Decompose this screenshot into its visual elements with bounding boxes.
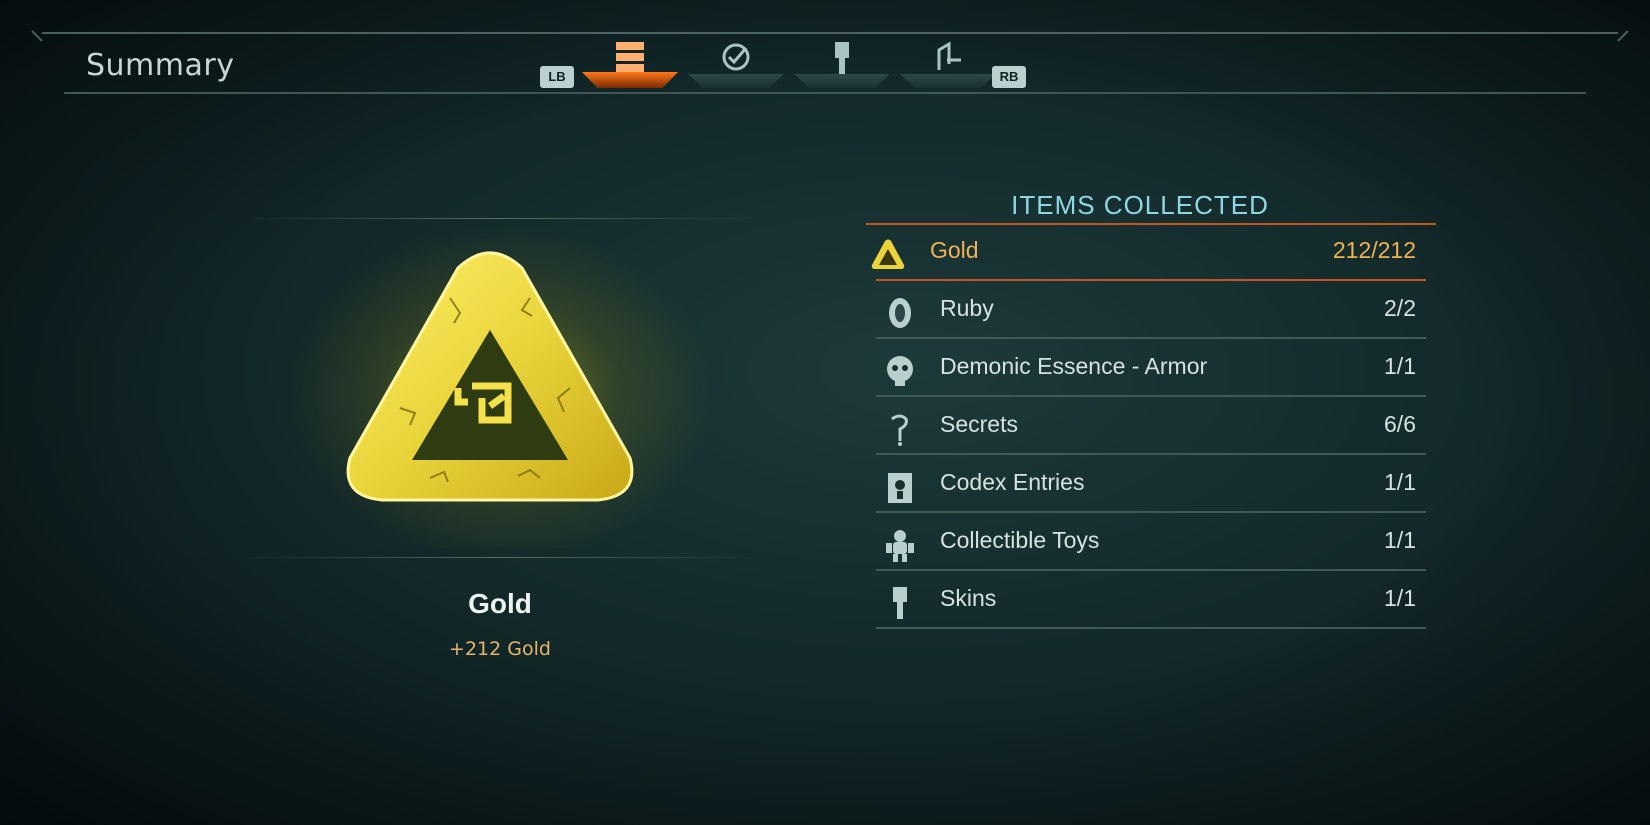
tab-bar: LB RB xyxy=(540,36,1090,92)
skin-brush-icon xyxy=(882,585,918,621)
rb-button-hint[interactable]: RB xyxy=(992,66,1026,88)
toy-icon xyxy=(882,527,918,563)
codex-icon xyxy=(882,469,918,505)
selected-item-name: Gold xyxy=(468,588,532,619)
checkmark-icon xyxy=(719,40,753,78)
demonic-essence-icon xyxy=(882,353,918,389)
item-detail-panel xyxy=(240,218,760,558)
list-item-toys[interactable]: Collectible Toys 1/1 xyxy=(876,513,1436,571)
tab-exit[interactable] xyxy=(900,36,996,88)
tab-skins[interactable] xyxy=(794,36,890,88)
exit-icon xyxy=(931,40,965,78)
list-item-ruby[interactable]: Ruby 2/2 xyxy=(876,281,1436,339)
secrets-icon xyxy=(882,411,918,447)
header-bottom-border xyxy=(64,92,1586,94)
list-item-demonic-essence[interactable]: Demonic Essence - Armor 1/1 xyxy=(876,339,1436,397)
lb-button-hint[interactable]: LB xyxy=(540,66,574,88)
tab-objectives[interactable] xyxy=(688,36,784,88)
selected-item-reward: +212 Gold xyxy=(449,638,551,660)
page-title: Summary xyxy=(86,48,235,83)
list-item-gold[interactable]: Gold 212/212 xyxy=(866,223,1436,281)
list-item-skins[interactable]: Skins 1/1 xyxy=(876,571,1436,629)
items-collected-title: ITEMS COLLECTED xyxy=(1011,190,1269,220)
header-top-border xyxy=(42,32,1618,34)
list-item-secrets[interactable]: Secrets 6/6 xyxy=(876,397,1436,455)
gold-emblem-icon xyxy=(340,238,640,522)
gold-icon xyxy=(870,237,906,273)
list-item-codex[interactable]: Codex Entries 1/1 xyxy=(876,455,1436,513)
ruby-icon xyxy=(882,295,918,331)
tab-collectibles[interactable] xyxy=(582,36,678,88)
